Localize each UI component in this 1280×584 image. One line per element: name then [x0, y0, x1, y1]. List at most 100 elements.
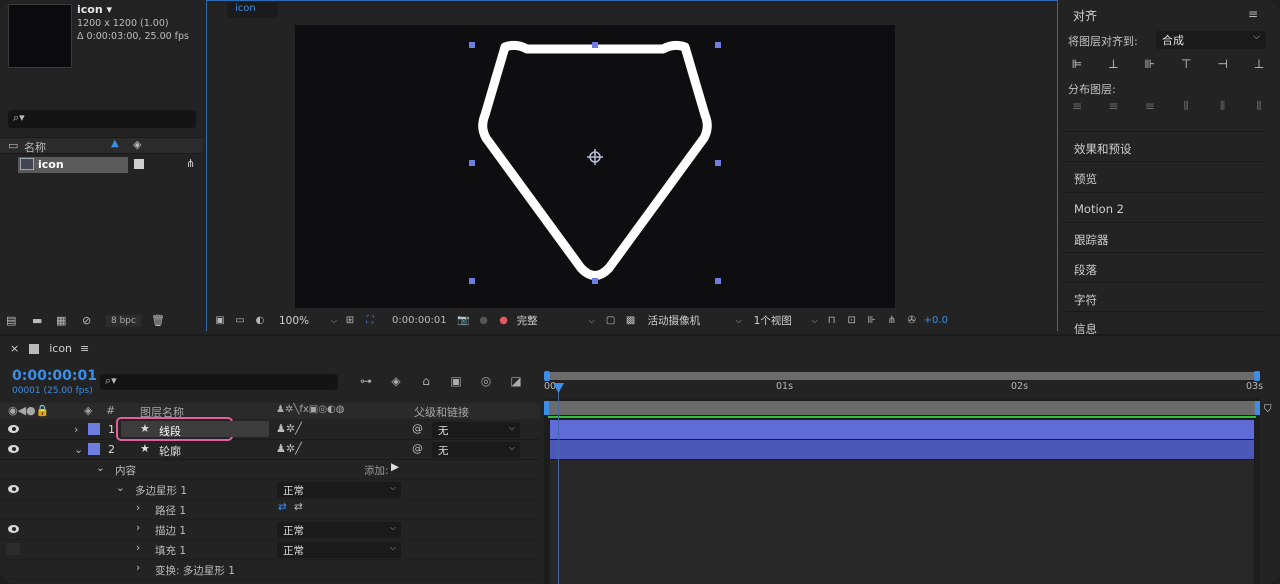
flowchart-icon[interactable]: ⋔ [885, 315, 899, 327]
layer-row[interactable]: › 1 ★ 线段 ♟✲╱ @ 无 ⌵ [0, 417, 540, 441]
project-settings-icon[interactable]: ⊘ [82, 314, 91, 327]
work-area-end-handle[interactable] [1255, 401, 1260, 415]
composition-canvas[interactable] [295, 25, 895, 308]
label-color-swatch[interactable] [134, 159, 144, 169]
bbox-handle[interactable] [715, 160, 721, 166]
align-to-dropdown[interactable]: 合成 ⌵ [1156, 31, 1266, 49]
trash-icon[interactable]: 🗑 [151, 314, 165, 327]
eye-icon[interactable] [8, 525, 19, 533]
flowchart-icon[interactable]: ⋔ [186, 157, 195, 170]
eye-icon[interactable] [8, 445, 19, 453]
blend-mode-dropdown[interactable]: 正常 ⌵ [277, 482, 401, 498]
timeline-track-area[interactable]: 00s 01s 02s 03s ⛉ [544, 368, 1272, 584]
exposure-reset-icon[interactable]: ✇ [905, 315, 919, 327]
align-right-icon[interactable]: ⊪ [1141, 55, 1159, 73]
distribute-left-icon[interactable]: ⦀ [1177, 97, 1195, 115]
shy-layers-icon[interactable]: ⌂ [414, 374, 438, 390]
transparency-grid-icon[interactable]: ▩ [624, 315, 638, 327]
bbox-handle[interactable] [715, 42, 721, 48]
panel-menu-icon[interactable]: ≡ [80, 342, 89, 355]
panel-paragraph[interactable]: 段落 [1062, 252, 1266, 281]
distribute-hcenter-icon[interactable]: ⦀ [1214, 97, 1232, 115]
align-bottom-icon[interactable]: ⊥ [1250, 55, 1268, 73]
camera-dropdown[interactable]: 活动摄像机 ⌵ [645, 313, 745, 329]
distribute-right-icon[interactable]: ⦀ [1250, 97, 1268, 115]
composition-mini-flowchart-icon[interactable]: ⊶ [354, 374, 378, 390]
eye-icon[interactable] [8, 425, 19, 433]
viewer-timecode[interactable]: 0:00:00:01 [392, 315, 447, 326]
current-time[interactable]: 0:00:00:01 [12, 368, 97, 384]
layer-name[interactable]: 线段 [159, 423, 181, 439]
expand-arrow-icon[interactable]: › [136, 522, 140, 534]
pixel-aspect-icon[interactable]: ⊓ [825, 315, 839, 327]
work-area-bar[interactable] [544, 401, 1260, 415]
time-ruler[interactable]: 00s 01s 02s 03s [544, 368, 1263, 398]
time-navigator[interactable] [544, 371, 1260, 381]
panel-motion2[interactable]: Motion 2 [1062, 192, 1266, 221]
expand-arrow-icon[interactable]: ⌄ [116, 482, 125, 494]
draft-3d-icon[interactable]: ◈ [384, 374, 408, 390]
graph-editor-icon[interactable]: ◪ [504, 374, 528, 390]
path-direction-icon[interactable]: ⇄ [294, 501, 303, 513]
sort-icon[interactable]: ▲ [111, 138, 119, 149]
timeline-tab[interactable]: × icon ≡ [10, 342, 89, 355]
align-left-icon[interactable]: ⊫ [1068, 55, 1086, 73]
property-row[interactable]: › 填充 1 正常 ⌵ [0, 540, 540, 560]
align-top-icon[interactable]: ⊤ [1177, 55, 1195, 73]
bbox-handle[interactable] [469, 42, 475, 48]
bbox-handle[interactable] [469, 160, 475, 166]
snapshot-icon[interactable]: 📷 [457, 315, 471, 327]
close-icon[interactable]: × [10, 342, 19, 355]
views-dropdown[interactable]: 1个视图 ⌵ [751, 313, 821, 329]
blend-mode-dropdown[interactable]: 正常 ⌵ [277, 542, 401, 558]
parent-dropdown[interactable]: 无 ⌵ [432, 422, 520, 438]
expand-arrow-icon[interactable]: › [136, 542, 140, 554]
mask-visibility-icon[interactable]: ◐ [253, 315, 267, 327]
timeline-icon[interactable]: ⊪ [865, 315, 879, 327]
zoom-dropdown[interactable]: 100% ⌵ [276, 313, 340, 329]
expand-arrow-icon[interactable]: › [136, 562, 140, 574]
distribute-bottom-icon[interactable]: ≡ [1141, 97, 1159, 115]
navigator-end-handle[interactable] [1254, 371, 1260, 381]
expand-arrow-icon[interactable]: › [136, 502, 140, 514]
layer-label-color[interactable] [88, 423, 100, 435]
layer-name[interactable]: 轮廓 [159, 443, 181, 459]
tag-icon[interactable]: ◈ [133, 138, 141, 151]
display-icon[interactable]: ▭ [233, 315, 247, 327]
property-row[interactable]: › 变换: 多边星形 1 [0, 560, 540, 580]
always-preview-icon[interactable]: ▣ [213, 315, 227, 327]
pick-whip-icon[interactable]: @ [412, 442, 423, 455]
region-of-interest-icon[interactable]: ▢ [604, 315, 618, 327]
panel-preview[interactable]: 预览 [1062, 161, 1266, 190]
layer-row[interactable]: ⌄ 2 ★ 轮廓 ♟✲╱ @ 无 ⌵ [0, 440, 540, 460]
layer-duration-bar[interactable] [550, 420, 1254, 439]
anchor-point-icon[interactable] [587, 149, 603, 165]
show-snapshot-icon[interactable]: ● [477, 315, 491, 327]
panel-menu-icon[interactable]: ≡ [1248, 7, 1258, 21]
bbox-handle[interactable] [469, 278, 475, 284]
work-area-start-handle[interactable] [544, 401, 549, 415]
panel-effects-presets[interactable]: 效果和预设 [1062, 131, 1266, 160]
color-channel-icon[interactable]: ● [497, 315, 511, 327]
parent-dropdown[interactable]: 无 ⌵ [432, 442, 520, 458]
property-row[interactable]: › 描边 1 正常 ⌵ [0, 520, 540, 540]
layer-duration-bar[interactable] [550, 440, 1254, 459]
resolution-dropdown[interactable]: 完整 ⌵ [514, 313, 598, 329]
bbox-handle[interactable] [592, 278, 598, 284]
new-composition-icon[interactable]: ▦ [56, 314, 66, 327]
frame-blending-icon[interactable]: ▣ [444, 374, 468, 390]
eye-icon[interactable] [8, 485, 19, 493]
comp-marker-icon[interactable]: ⛉ [1264, 404, 1272, 415]
new-folder-icon[interactable]: ▬ [32, 314, 42, 327]
interpret-footage-icon[interactable]: ▤ [6, 314, 16, 327]
bpc-badge[interactable]: 8 bpc [106, 315, 141, 327]
add-icon[interactable]: ▶ [391, 461, 399, 473]
align-vcenter-icon[interactable]: ⊣ [1214, 55, 1232, 73]
viewer-tab[interactable]: icon [227, 2, 278, 18]
align-hcenter-icon[interactable]: ⊥ [1104, 55, 1122, 73]
path-direction-icon[interactable]: ⇄ [278, 501, 287, 513]
pick-whip-icon[interactable]: @ [412, 422, 423, 435]
timeline-search-input[interactable]: ⌕▾ [100, 374, 338, 390]
expand-arrow-icon[interactable]: ⌄ [74, 443, 83, 456]
name-column-header[interactable]: 名称 [24, 139, 46, 155]
